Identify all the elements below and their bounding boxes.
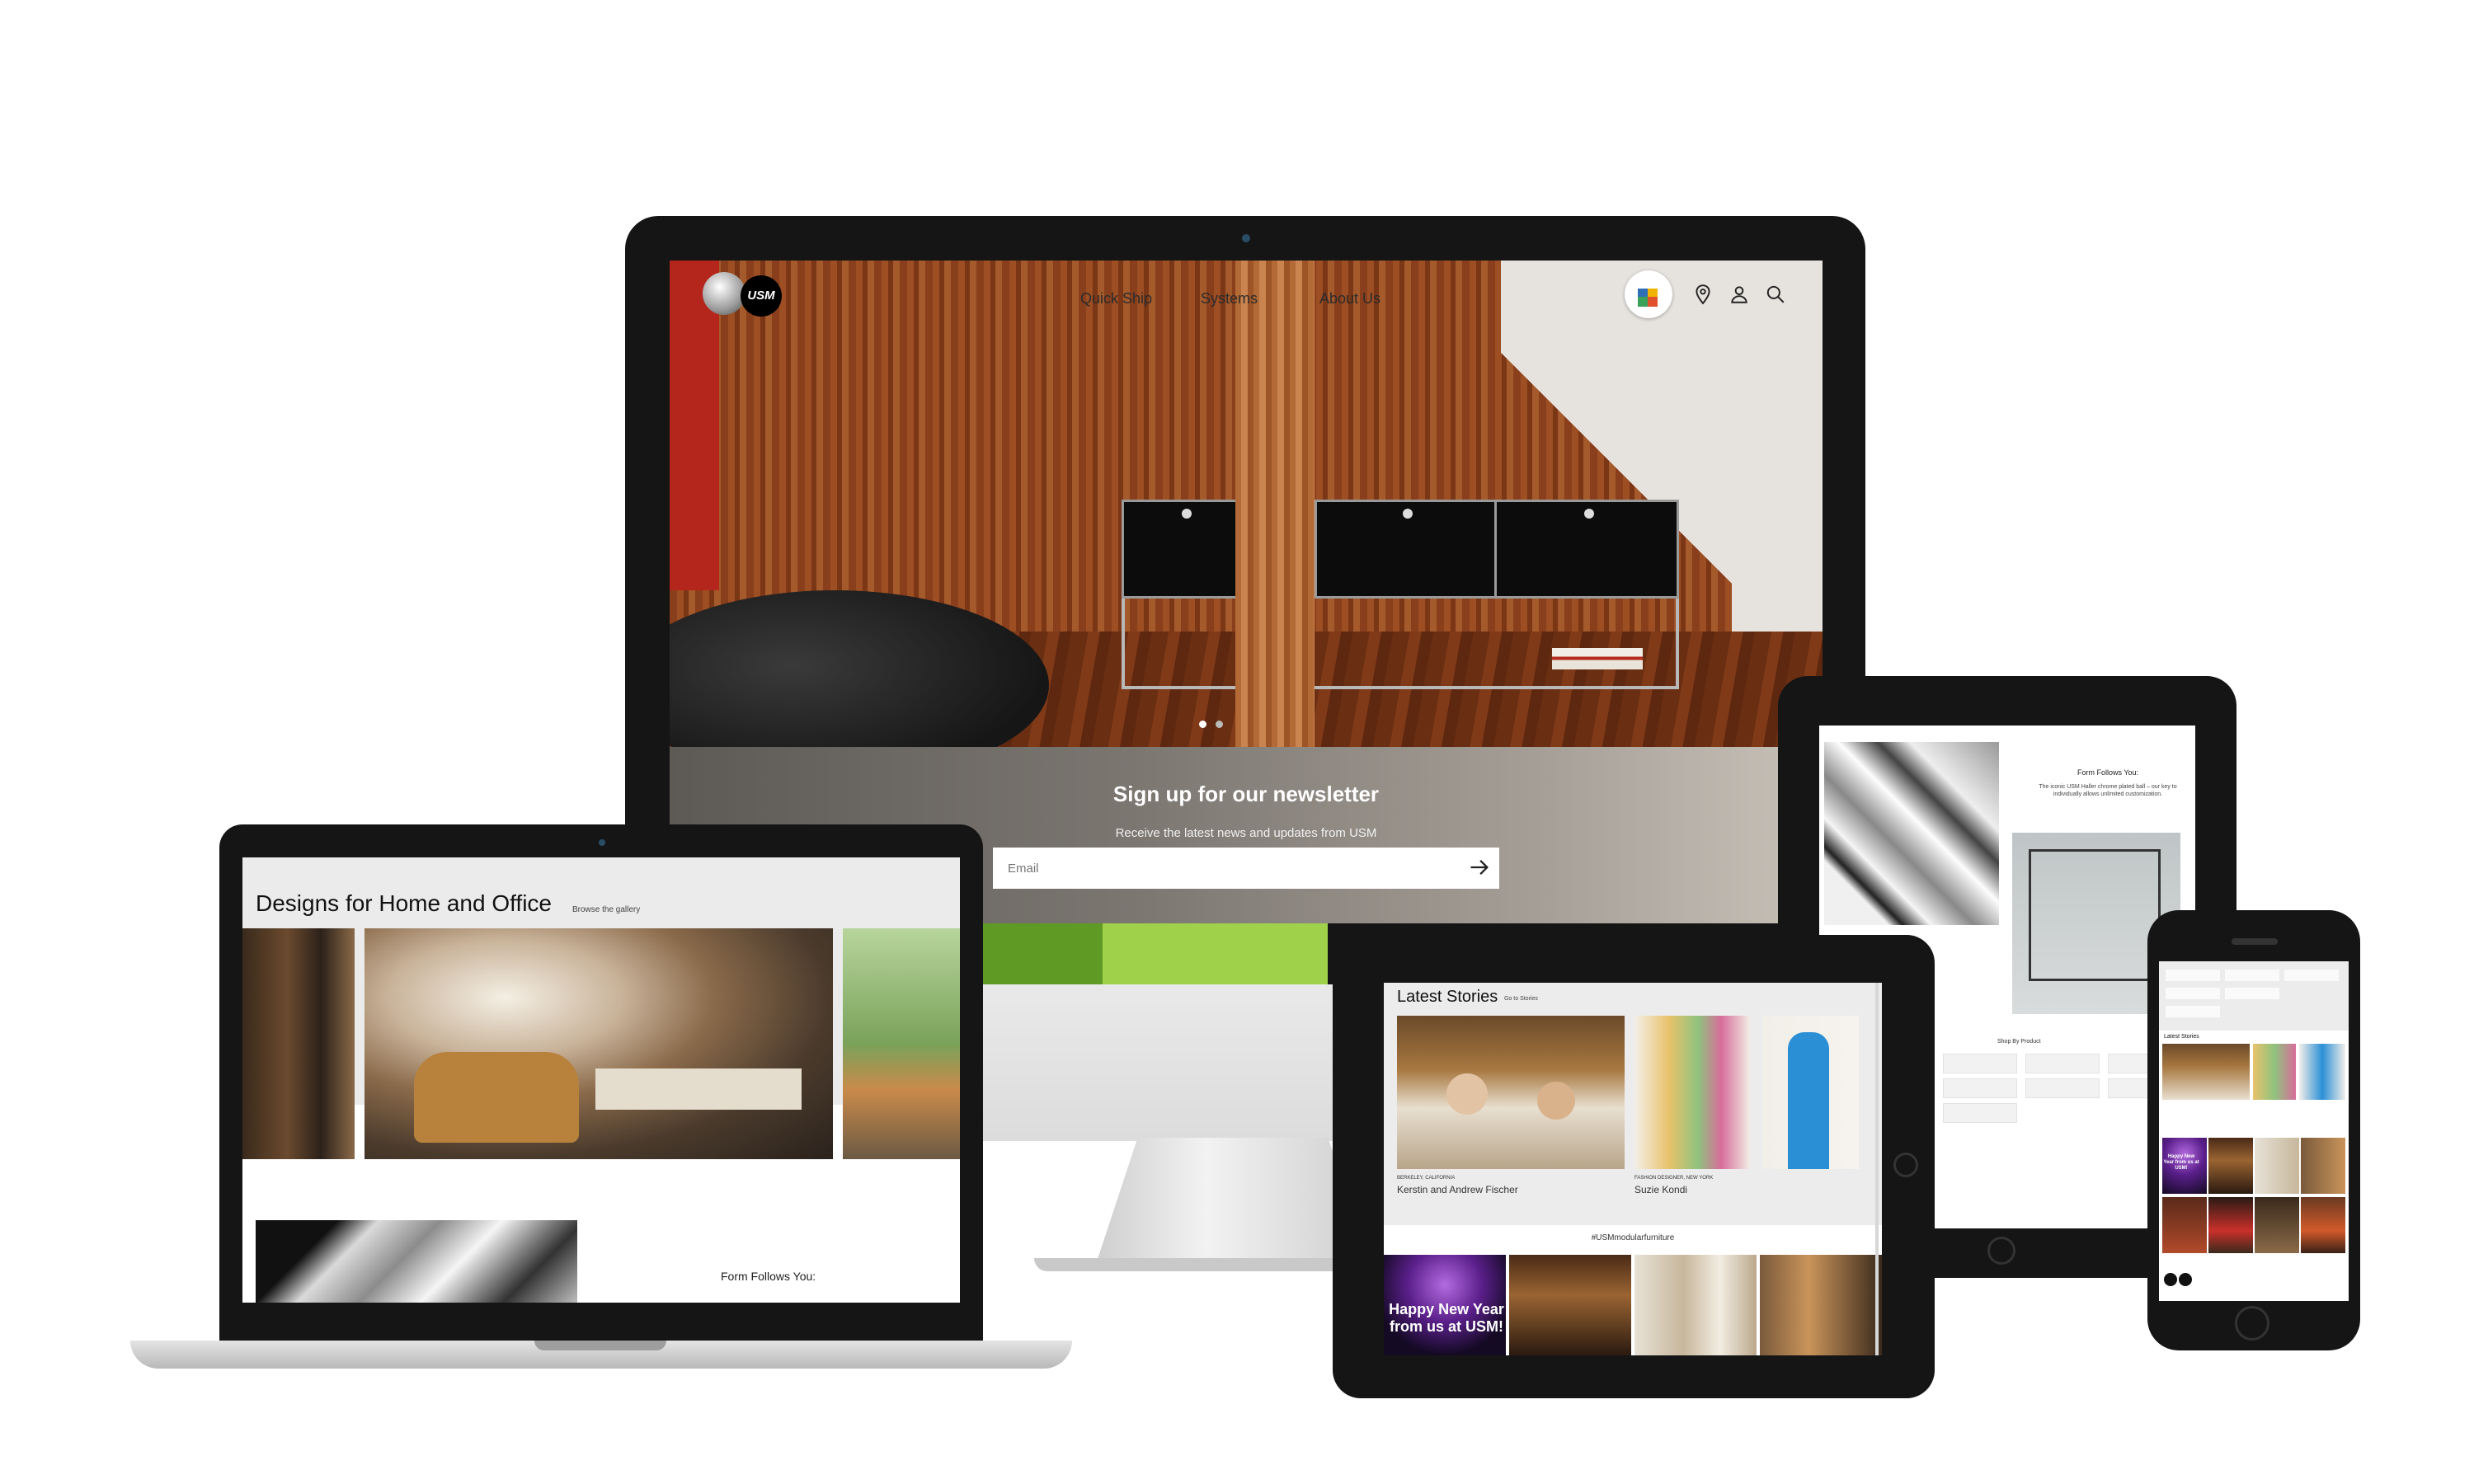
instagram-post[interactable] — [2301, 1197, 2345, 1253]
sideboard — [595, 1068, 802, 1110]
page-title: Designs for Home and Office — [256, 890, 552, 916]
go-to-stories-link[interactable]: Go to Stories — [1504, 996, 1538, 1002]
usm-logo[interactable] — [2179, 1273, 2192, 1286]
phone-screen: Latest Stories Happy New Year from us at… — [2159, 961, 2349, 1301]
story-location: FASHION DESIGNER, NEW YORK — [1634, 1176, 1714, 1181]
person-blue — [1788, 1032, 1829, 1169]
instagram-post[interactable] — [2162, 1197, 2207, 1253]
instagram-post-caption: Happy New Year from us at USM! — [1389, 1301, 1504, 1335]
newsletter-title: Sign up for our newsletter — [1112, 782, 1380, 806]
usm-logo[interactable]: USM — [741, 275, 782, 317]
gallery-image[interactable] — [242, 928, 355, 1159]
hero-slide-image — [670, 261, 1823, 780]
story-image[interactable] — [2253, 1044, 2296, 1100]
instagram-post[interactable] — [1760, 1255, 1882, 1355]
logo-ball-icon[interactable] — [703, 272, 745, 315]
cart-frame — [2029, 849, 2161, 981]
shop-by-product-label: Shop By Product — [1997, 1039, 2041, 1045]
usm-cabinet — [1494, 500, 1679, 599]
story-name[interactable]: Suzie Kondi — [1634, 1184, 1687, 1195]
scrollbar[interactable] — [1875, 983, 1879, 1355]
laptop-bezel-bottom — [242, 1303, 960, 1341]
camera-icon — [1242, 234, 1250, 242]
usm-cabinet-frame — [1122, 599, 1679, 689]
story-image[interactable] — [2299, 1044, 2345, 1100]
usm-cabinet — [1315, 500, 1498, 599]
nav-link-systems[interactable]: Systems — [1201, 290, 1258, 308]
instagram-post[interactable] — [2208, 1197, 2253, 1253]
product-tile[interactable] — [1943, 1054, 2017, 1073]
instagram-post-caption: Happy New Year from us at USM! — [2163, 1154, 2199, 1171]
laptop-screen: Designs for Home and Office Browse the g… — [242, 857, 960, 1303]
lounge-chair — [414, 1052, 579, 1143]
section-title: Form Follows You: — [2077, 768, 2139, 777]
story-image[interactable] — [1763, 1016, 1859, 1169]
home-button[interactable] — [1893, 1153, 1918, 1177]
product-tile[interactable] — [2025, 1054, 2100, 1073]
product-tile[interactable] — [1943, 1103, 2017, 1123]
instagram-post[interactable] — [2255, 1138, 2299, 1194]
product-tile[interactable] — [2225, 970, 2279, 981]
product-tile[interactable] — [2025, 1078, 2100, 1098]
usm-logo[interactable] — [2164, 1273, 2177, 1286]
browse-gallery-link[interactable]: Browse the gallery — [572, 905, 640, 914]
hero-wood-beam — [1235, 261, 1315, 747]
story-image[interactable] — [2162, 1044, 2250, 1100]
carousel-dot[interactable] — [1216, 721, 1223, 728]
section-title: Latest Stories — [1397, 988, 1498, 1006]
instagram-post[interactable] — [1509, 1255, 1631, 1355]
nav-link-quick-ship[interactable]: Quick Ship — [1080, 290, 1152, 308]
home-button[interactable] — [1987, 1237, 2015, 1265]
story-image[interactable] — [1634, 1016, 1750, 1169]
hero-books — [1552, 648, 1643, 669]
person — [1537, 1082, 1575, 1120]
person — [1446, 1073, 1488, 1115]
story-name[interactable]: Kerstin and Andrew Fischer — [1397, 1184, 1518, 1195]
speaker-icon — [2232, 938, 2278, 945]
arrow-right-icon[interactable] — [1468, 856, 1491, 879]
product-tile[interactable] — [2284, 970, 2339, 981]
usm-cabinet — [1122, 500, 1253, 599]
gallery-image[interactable] — [843, 928, 960, 1159]
camera-icon — [599, 839, 605, 846]
section-title: Form Follows You: — [721, 1270, 816, 1283]
newsletter-email-input[interactable] — [993, 848, 1499, 889]
product-tile[interactable] — [2166, 1006, 2220, 1017]
story-image[interactable] — [1397, 1016, 1625, 1169]
story-location: BERKELEY, CALIFORNIA — [1397, 1176, 1456, 1181]
configurator-icon[interactable] — [1625, 270, 1672, 318]
green-banner-strip — [981, 923, 1328, 984]
monitor-stand-neck — [1097, 1138, 1369, 1261]
instagram-post[interactable] — [2208, 1138, 2253, 1194]
instagram-post[interactable] — [1634, 1255, 1757, 1355]
tablet-landscape-screen: Latest Stories Go to Stories BERKELEY, C… — [1384, 983, 1882, 1355]
product-tile[interactable] — [2166, 970, 2220, 981]
gallery-image-featured[interactable] — [365, 928, 833, 1159]
product-tile[interactable] — [1943, 1078, 2017, 1098]
chrome-joint-image — [1824, 742, 1999, 925]
laptop-notch — [534, 1341, 666, 1350]
search-icon[interactable] — [1765, 284, 1786, 305]
user-icon[interactable] — [1729, 284, 1750, 305]
product-tile[interactable] — [2225, 988, 2279, 999]
home-button[interactable] — [2235, 1306, 2269, 1341]
section-text: The iconic USM Haller chrome plated ball… — [2039, 784, 2177, 797]
product-tile[interactable] — [2166, 988, 2220, 999]
product-grid-band — [2159, 961, 2349, 1031]
nav-link-about-us[interactable]: About Us — [1319, 290, 1380, 308]
instagram-post[interactable] — [2301, 1138, 2345, 1194]
location-pin-icon[interactable] — [1692, 284, 1714, 305]
instagram-post[interactable] — [2255, 1197, 2299, 1253]
carousel-dot-active[interactable] — [1199, 721, 1206, 728]
section-title: Latest Stories — [2164, 1034, 2199, 1040]
instagram-hashtag: #USMmodularfurniture — [1591, 1233, 1675, 1242]
chrome-ball-image — [256, 1220, 577, 1303]
